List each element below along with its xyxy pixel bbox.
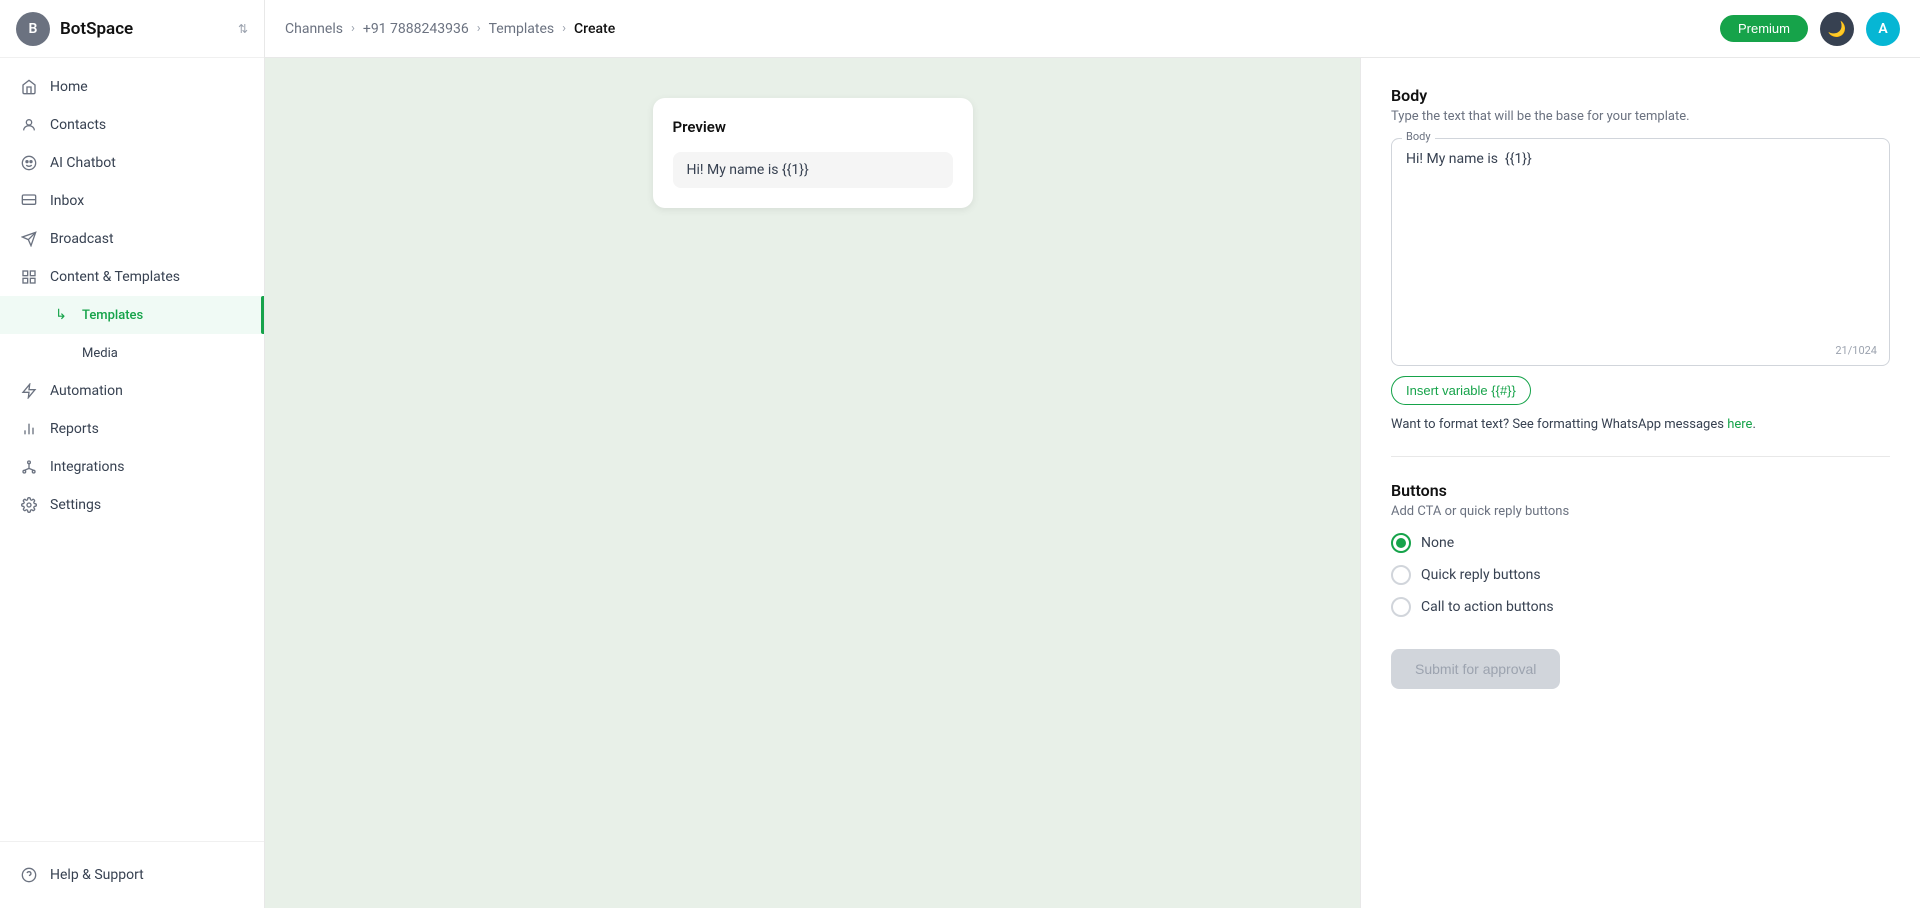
sidebar-item-help[interactable]: Help & Support	[20, 856, 244, 894]
sidebar-item-templates[interactable]: ↳ Templates	[0, 296, 264, 334]
content-templates-icon	[20, 268, 38, 286]
radio-group: None Quick reply buttons Call to action …	[1391, 533, 1890, 617]
sidebar-item-media[interactable]: Media	[0, 334, 264, 372]
sidebar-header: B BotSpace ⇅	[0, 0, 264, 58]
body-textarea-label: Body	[1402, 130, 1435, 143]
content-area: Preview Hi! My name is {{1}} Body Type t…	[265, 58, 1920, 908]
breadcrumb-sep-2: ›	[477, 21, 481, 36]
sidebar-item-home[interactable]: Home	[0, 68, 264, 106]
settings-icon	[20, 496, 38, 514]
radio-call-to-action[interactable]: Call to action buttons	[1391, 597, 1890, 617]
sidebar-item-broadcast[interactable]: Broadcast	[0, 220, 264, 258]
sidebar-item-inbox-label: Inbox	[50, 193, 84, 209]
section-divider	[1391, 456, 1890, 457]
char-count: 21/1024	[1835, 344, 1877, 357]
ai-chatbot-icon	[20, 154, 38, 172]
sidebar: B BotSpace ⇅ Home Contacts AI Chatbot	[0, 0, 265, 908]
user-avatar[interactable]: A	[1866, 12, 1900, 46]
automation-icon	[20, 382, 38, 400]
sidebar-chevron-icon[interactable]: ⇅	[238, 22, 248, 36]
breadcrumb-phone[interactable]: +91 7888243936	[363, 21, 469, 37]
buttons-section: Buttons Add CTA or quick reply buttons N…	[1391, 481, 1890, 617]
sidebar-item-broadcast-label: Broadcast	[50, 231, 114, 247]
sidebar-item-content-templates[interactable]: Content & Templates	[0, 258, 264, 296]
topbar-right: Premium 🌙 A	[1720, 12, 1900, 46]
sidebar-item-media-label: Media	[82, 346, 118, 361]
help-icon	[20, 866, 38, 884]
sidebar-item-integrations[interactable]: Integrations	[0, 448, 264, 486]
body-textarea-wrapper: Body Hi! My name is {{1}} 21/1024	[1391, 138, 1890, 366]
submit-section: Submit for approval	[1391, 641, 1890, 689]
sidebar-item-ai-chatbot[interactable]: AI Chatbot	[0, 144, 264, 182]
sidebar-item-home-label: Home	[50, 79, 88, 95]
radio-none[interactable]: None	[1391, 533, 1890, 553]
sidebar-item-reports-label: Reports	[50, 421, 99, 437]
sidebar-item-automation-label: Automation	[50, 383, 123, 399]
body-section-desc: Type the text that will be the base for …	[1391, 109, 1890, 124]
integrations-icon	[20, 458, 38, 476]
radio-none-label: None	[1421, 535, 1454, 551]
sidebar-item-contacts-label: Contacts	[50, 117, 106, 133]
sidebar-item-reports[interactable]: Reports	[0, 410, 264, 448]
sidebar-logo: B	[16, 12, 50, 46]
buttons-section-desc: Add CTA or quick reply buttons	[1391, 504, 1890, 519]
contacts-icon	[20, 116, 38, 134]
sidebar-item-ai-chatbot-label: AI Chatbot	[50, 155, 116, 171]
sidebar-item-automation[interactable]: Automation	[0, 372, 264, 410]
topbar: Channels › +91 7888243936 › Templates › …	[265, 0, 1920, 58]
sidebar-item-inbox[interactable]: Inbox	[0, 182, 264, 220]
buttons-section-title: Buttons	[1391, 481, 1890, 500]
sidebar-footer[interactable]: Help & Support	[0, 841, 264, 908]
body-textarea[interactable]: Hi! My name is {{1}}	[1406, 151, 1875, 331]
format-text: Want to format text? See formatting What…	[1391, 417, 1890, 432]
preview-panel: Preview Hi! My name is {{1}}	[265, 58, 1360, 908]
radio-none-circle	[1391, 533, 1411, 553]
reports-icon	[20, 420, 38, 438]
format-link[interactable]: here	[1727, 417, 1752, 432]
sidebar-item-integrations-label: Integrations	[50, 459, 124, 475]
preview-card: Preview Hi! My name is {{1}}	[653, 98, 973, 208]
breadcrumb-sep-1: ›	[351, 21, 355, 36]
sidebar-nav: Home Contacts AI Chatbot Inbox	[0, 58, 264, 841]
preview-title: Preview	[673, 118, 953, 136]
broadcast-icon	[20, 230, 38, 248]
sidebar-item-settings[interactable]: Settings	[0, 486, 264, 524]
breadcrumb-channels[interactable]: Channels	[285, 21, 343, 37]
sidebar-item-content-templates-label: Content & Templates	[50, 269, 180, 285]
right-panel: Body Type the text that will be the base…	[1360, 58, 1920, 908]
premium-button[interactable]: Premium	[1720, 15, 1808, 42]
inbox-icon	[20, 192, 38, 210]
radio-call-to-action-circle	[1391, 597, 1411, 617]
body-section-title: Body	[1391, 86, 1890, 105]
breadcrumb-sep-3: ›	[562, 21, 566, 36]
templates-sub-icon: ↳	[52, 306, 70, 324]
breadcrumb: Channels › +91 7888243936 › Templates › …	[285, 21, 615, 37]
media-icon	[52, 344, 70, 362]
sidebar-item-contacts[interactable]: Contacts	[0, 106, 264, 144]
radio-quick-reply[interactable]: Quick reply buttons	[1391, 565, 1890, 585]
body-section: Body Type the text that will be the base…	[1391, 86, 1890, 432]
home-icon	[20, 78, 38, 96]
preview-message-bubble: Hi! My name is {{1}}	[673, 152, 953, 188]
radio-call-to-action-label: Call to action buttons	[1421, 599, 1554, 615]
submit-button[interactable]: Submit for approval	[1391, 649, 1560, 689]
sidebar-item-templates-label: Templates	[82, 308, 143, 323]
main-area: Channels › +91 7888243936 › Templates › …	[265, 0, 1920, 908]
radio-quick-reply-label: Quick reply buttons	[1421, 567, 1541, 583]
sidebar-item-settings-label: Settings	[50, 497, 101, 513]
sidebar-brand: BotSpace	[60, 19, 228, 39]
breadcrumb-create: Create	[574, 21, 615, 37]
dark-mode-button[interactable]: 🌙	[1820, 12, 1854, 46]
radio-quick-reply-circle	[1391, 565, 1411, 585]
breadcrumb-templates[interactable]: Templates	[489, 21, 555, 37]
insert-variable-button[interactable]: Insert variable {{#}}	[1391, 376, 1531, 405]
sidebar-item-help-label: Help & Support	[50, 867, 144, 883]
